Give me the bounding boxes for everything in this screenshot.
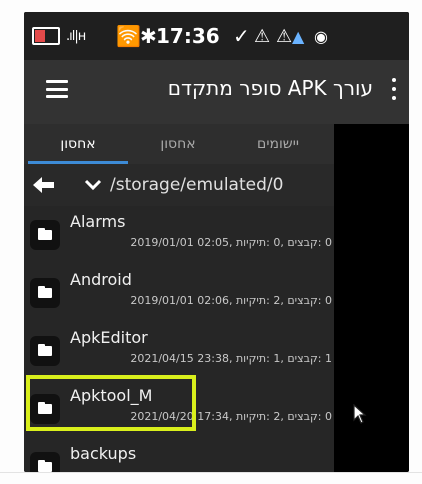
tab-apps[interactable]: יישומים (228, 124, 328, 164)
path-bar: /storage/emulated/0 (24, 164, 334, 206)
list-item-alarms[interactable]: Alarms 0 :קבצים ,0 :תיקיות ,02:05 2019/0… (24, 206, 334, 264)
clock: 17:36 (156, 24, 220, 48)
list-item-android[interactable]: Android 0 :קבצים ,2 :תיקיות ,02:06 2019/… (24, 264, 334, 322)
folder-icon (30, 278, 60, 308)
file-name: backups (70, 444, 137, 463)
app-toolbar: עורך APK סופר מתקדם (24, 60, 409, 124)
android-icon: ▲ (292, 26, 305, 46)
warning-icon: ⚠ (254, 25, 271, 47)
bottom-divider (0, 472, 422, 484)
bluetooth-icon: ✱ (140, 24, 157, 48)
status-bar: .ıl|н 🛜 ✱ 17:36 ✓ ⚠ ⚠ ▲ ◉ (24, 12, 409, 60)
current-path: /storage/emulated/0 (110, 175, 284, 195)
folder-icon (30, 336, 60, 366)
tab-bar: אחסון אחסון יישומים (24, 124, 334, 164)
file-name: ApkEditor (70, 328, 148, 347)
file-name: Alarms (70, 212, 126, 231)
folder-icon (30, 452, 60, 472)
tab-storage-active[interactable]: אחסון (28, 124, 128, 164)
back-arrow-icon[interactable] (30, 173, 56, 197)
file-meta: 0 :קבצים ,2 :תיקיות ,02:06 2019/01/01 (130, 294, 332, 307)
app-title: עורך APK סופר מתקדם (167, 76, 373, 100)
more-vert-icon[interactable] (391, 78, 397, 100)
mouse-cursor-icon (353, 404, 367, 424)
tab-storage[interactable]: אחסון (128, 124, 228, 164)
file-list: Alarms 0 :קבצים ,0 :תיקיות ,02:05 2019/0… (24, 206, 334, 472)
signal-icon: .ıl|н (66, 28, 86, 44)
battery-icon (32, 12, 60, 60)
highlight-box (26, 375, 196, 431)
folder-icon (30, 220, 60, 250)
list-item-backups[interactable]: backups (24, 438, 334, 472)
warning-icon: ⚠ (276, 25, 293, 47)
check-icon: ✓ (233, 24, 250, 48)
screenshot-frame: .ıl|н 🛜 ✱ 17:36 ✓ ⚠ ⚠ ▲ ◉ עורך APK סופר … (0, 0, 422, 484)
file-meta: 0 :קבצים ,0 :תיקיות ,02:05 2019/01/01 (130, 236, 332, 249)
hamburger-menu-icon[interactable] (46, 80, 68, 98)
list-item-apkeditor[interactable]: ApkEditor 1 :קבצים ,1 :תיקיות ,23:38 202… (24, 322, 334, 380)
empty-panel (334, 124, 409, 472)
file-meta: 1 :קבצים ,1 :תיקיות ,23:38 2021/04/15 (130, 352, 332, 365)
wifi-icon: 🛜 (116, 24, 141, 48)
file-name: Android (70, 270, 132, 289)
chevron-down-icon[interactable] (84, 178, 102, 192)
cast-icon: ◉ (314, 26, 328, 46)
